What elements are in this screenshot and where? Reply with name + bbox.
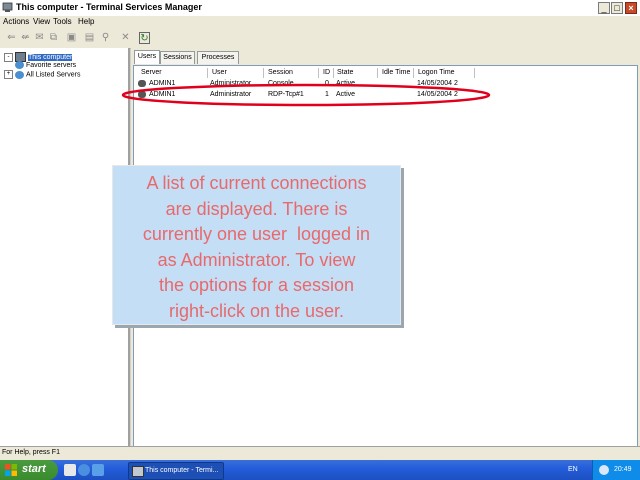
column-header-server[interactable]: Server <box>138 68 208 78</box>
expand-icon[interactable]: + <box>4 70 13 79</box>
tree-item-label: All Listed Servers <box>26 71 81 79</box>
menu-tools[interactable]: Tools <box>53 17 72 26</box>
refresh-icon[interactable]: ↻ <box>139 32 150 44</box>
taskbar-item-label: This computer - Termi... <box>145 467 219 474</box>
table-row[interactable]: ADMIN1 Administrator RDP-Tcp#1 1 Active … <box>134 90 634 100</box>
callout-line: as Administrator. To view <box>157 249 356 270</box>
close-button[interactable]: × <box>625 2 637 14</box>
column-header-session[interactable]: Session <box>265 68 319 78</box>
expand-icon[interactable]: - <box>4 52 13 62</box>
cell-user: Administrator <box>210 80 252 87</box>
callout-line: are displayed. There is <box>165 198 348 219</box>
callout-line: right-click on the user. <box>168 300 345 321</box>
callout-line: A list of current connections <box>146 173 367 193</box>
user-icon <box>138 80 146 87</box>
table-row[interactable]: ADMIN1 Administrator Console 0 Active 14… <box>134 79 634 89</box>
callout-text: A list of current connections are displa… <box>113 171 400 324</box>
cell-server: ADMIN1 <box>149 80 176 87</box>
callout-line: the options for a session <box>158 275 355 295</box>
status-bar: For Help, press F1 <box>0 446 640 461</box>
cell-id: 0 <box>325 80 329 87</box>
tab-processes[interactable]: Processes <box>197 51 239 64</box>
tree-item-label: This computer <box>28 53 73 61</box>
cell-state: Active <box>336 91 356 98</box>
column-header-user[interactable]: User <box>209 68 264 78</box>
user-icon <box>138 91 146 98</box>
reset-icon[interactable]: ▣ <box>66 32 77 43</box>
maximize-button[interactable]: □ <box>611 2 623 14</box>
toolbar: ⇐ ⇍ ✉ ⧉ ▣ ▤ ⚲ ✕ ↻ <box>0 28 640 49</box>
column-header-idle-time[interactable]: Idle Time <box>379 68 414 78</box>
favorites-icon <box>15 61 24 69</box>
cell-logon-time: 14/05/2004 2 <box>417 80 458 87</box>
cell-server: ADMIN1 <box>149 91 176 98</box>
tree-item-all-listed-servers[interactable]: + All Listed Servers <box>4 70 80 79</box>
cell-state: Active <box>336 80 356 87</box>
media-icon[interactable] <box>92 464 104 476</box>
logoff-icon[interactable]: ⚲ <box>100 32 111 43</box>
end-process-icon[interactable]: ✕ <box>120 32 131 43</box>
tab-sessions[interactable]: Sessions <box>160 51 195 64</box>
network-icon <box>15 70 24 79</box>
cell-id: 1 <box>325 91 329 98</box>
show-desktop-icon[interactable] <box>64 464 76 476</box>
server-tree: - This computer Favorite servers + All Lis… <box>0 48 130 446</box>
network-tray-icon[interactable] <box>599 465 609 475</box>
minimize-button[interactable]: _ <box>598 2 610 14</box>
cell-session: Console <box>268 80 294 87</box>
start-label: start <box>22 463 46 475</box>
column-header-logon-time[interactable]: Logon Time <box>415 68 475 78</box>
disconnect-icon[interactable]: ⇍ <box>20 32 31 43</box>
window-title: This computer - Terminal Services Manage… <box>16 2 202 12</box>
clock: 20:49 <box>614 466 632 473</box>
menu-actions[interactable]: Actions <box>3 17 29 26</box>
cell-logon-time: 14/05/2004 2 <box>417 91 458 98</box>
taskbar-item-terminal-services[interactable]: This computer - Termi... <box>128 462 224 480</box>
connect-icon[interactable]: ⇐ <box>6 32 17 43</box>
callout-line: currently one user logged in <box>142 224 371 244</box>
instruction-callout: A list of current connections are displa… <box>112 165 401 325</box>
language-indicator[interactable]: EN <box>568 466 578 473</box>
taskbar: start This computer - Termi... EN 20:49 <box>0 460 640 480</box>
status-text: For Help, press F1 <box>2 449 60 456</box>
app-icon <box>2 2 13 12</box>
tree-item-label: Favorite servers <box>26 61 77 69</box>
menu-view[interactable]: View <box>33 17 50 26</box>
start-button[interactable]: start <box>0 460 58 480</box>
cell-session: RDP-Tcp#1 <box>268 91 304 98</box>
column-header-state[interactable]: State <box>334 68 378 78</box>
windows-logo-icon <box>5 464 17 476</box>
column-header-id[interactable]: ID <box>320 68 334 78</box>
status-icon[interactable]: ▤ <box>84 32 95 43</box>
send-message-icon[interactable]: ✉ <box>34 32 45 43</box>
cell-user: Administrator <box>210 91 252 98</box>
menu-help[interactable]: Help <box>78 17 94 26</box>
remote-control-icon[interactable]: ⧉ <box>48 32 59 43</box>
app-icon <box>132 466 144 477</box>
title-bar: This computer - Terminal Services Manage… <box>0 0 640 16</box>
menu-bar: Actions View Tools Help <box>0 16 640 28</box>
tab-users[interactable]: Users <box>134 50 160 64</box>
browser-icon[interactable] <box>78 464 90 476</box>
tree-item-favorite-servers[interactable]: Favorite servers <box>15 61 76 69</box>
